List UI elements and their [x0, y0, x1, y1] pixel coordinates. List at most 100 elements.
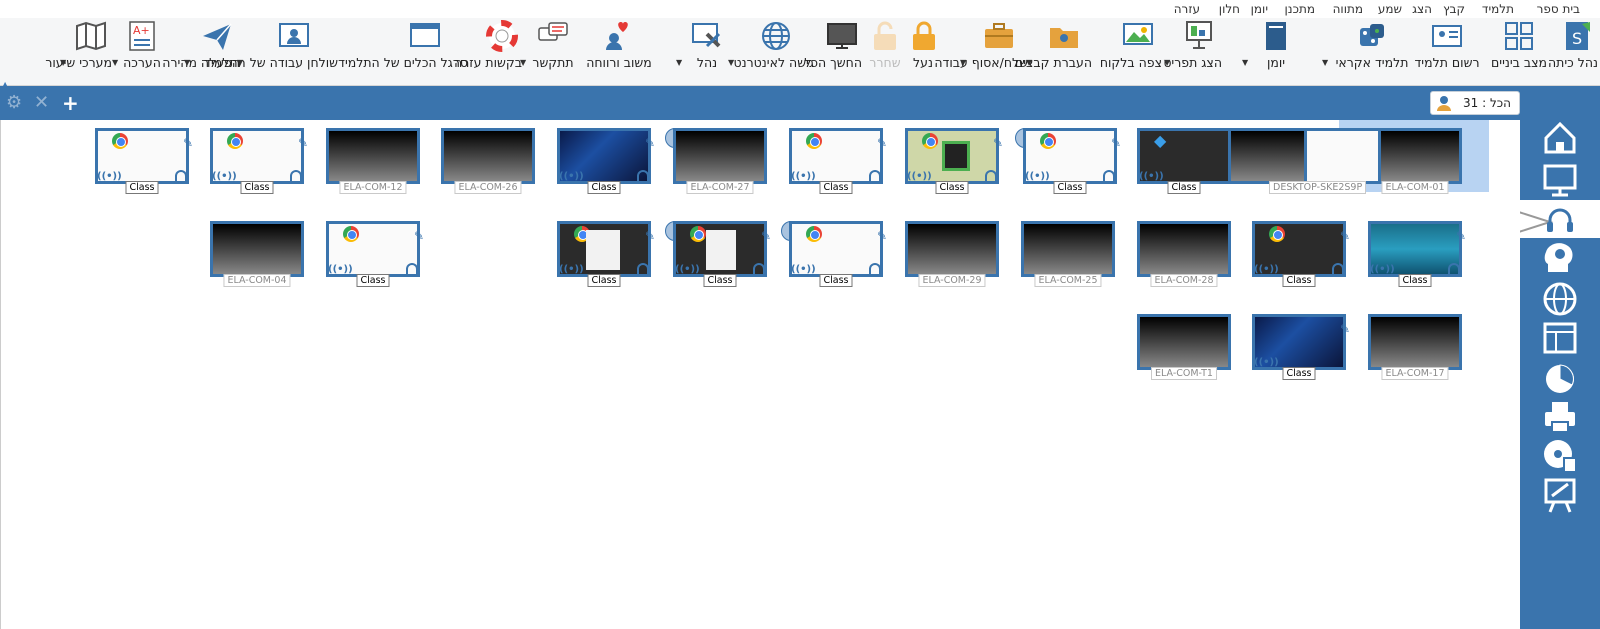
show-menu-caret[interactable]: ▼ [1164, 58, 1170, 67]
client-thumbnail[interactable]: ELA-COM-27 [665, 124, 767, 194]
client-thumbnail[interactable]: ELA-COM-28 [1137, 217, 1231, 287]
client-thumbnail[interactable]: ◆ ((•)) Class [1137, 124, 1231, 194]
head-gear-icon[interactable] [1540, 238, 1580, 276]
client-name-label: ELA-COM-01 [1381, 181, 1449, 194]
chat-button[interactable]: תתקשר [530, 20, 576, 70]
headset-icon [869, 170, 881, 182]
assessment-icon: A+ [129, 21, 155, 51]
send-collect-caret[interactable]: ▼ [960, 58, 966, 67]
help-requests-button[interactable]: בקשות עזרה [454, 20, 522, 70]
client-thumbnail[interactable]: ✎ ((•)) Class [665, 217, 771, 287]
mic-icon: ✎ [1456, 229, 1467, 243]
speaker-icon: ((•)) [791, 171, 816, 182]
client-thumbnail[interactable]: ✎ ((•)) Class [557, 217, 655, 287]
manage-button[interactable]: נהל [690, 20, 724, 70]
internet-access-button[interactable]: גישה לאינטרנט [734, 20, 814, 70]
show-menu-button[interactable]: הצג תפריט [1163, 20, 1222, 70]
grid-view-button[interactable]: מצב ביניים [1488, 20, 1550, 70]
client-thumbnail[interactable]: DESKTOP-SKE2S9P [1213, 124, 1381, 194]
client-thumbnail[interactable]: ✎ ((•)) Class [95, 124, 193, 194]
assessment-button[interactable]: A+ הערכה [122, 20, 162, 70]
client-thumbnail[interactable]: ✎ ((•)) Class [1252, 217, 1350, 287]
audio-tab-active[interactable] [1499, 200, 1600, 239]
quick-launch-button[interactable]: הפעלה מהירה [162, 20, 240, 70]
layout-icon[interactable] [1540, 320, 1580, 358]
client-thumbnail[interactable]: ELA-COM-T1 [1137, 310, 1231, 380]
chrome-icon [1269, 226, 1285, 242]
menu-view[interactable]: הצג [1412, 2, 1432, 16]
window-preview [942, 141, 970, 171]
menu-journal[interactable]: יומן [1251, 2, 1268, 16]
headset-icon [637, 170, 649, 182]
lesson-plans-caret[interactable]: ▼ [60, 58, 66, 67]
client-thumbnail[interactable]: ✎ ((•)) Class [326, 217, 424, 287]
help-requests-caret[interactable]: ▼ [520, 58, 526, 67]
random-student-caret[interactable]: ▼ [1322, 58, 1328, 67]
printer-icon[interactable] [1540, 398, 1580, 436]
client-thumbnail[interactable]: ELA-COM-17 [1368, 310, 1462, 380]
mic-icon: ✎ [298, 136, 309, 150]
devices-icon[interactable] [1540, 436, 1580, 474]
student-desktop-button[interactable]: שולחן עבודה של התלמיד [204, 20, 338, 70]
send-collect-button[interactable]: שלח/אסוף עבודה [934, 20, 1028, 70]
feedback-button[interactable]: משוב ורווחה [584, 20, 654, 70]
assessment-caret[interactable]: ▼ [112, 58, 118, 67]
client-thumbnail[interactable]: ELA-COM-29 [905, 217, 999, 287]
client-thumbnail[interactable]: ELA-COM-04 [210, 217, 304, 287]
close-icon[interactable]: ✕ [34, 93, 49, 113]
client-name-label: ELA-COM-27 [686, 181, 754, 194]
home-icon[interactable] [1540, 118, 1580, 156]
menu-window[interactable]: חלון [1219, 2, 1240, 16]
menu-school[interactable]: בית ספר [1537, 2, 1580, 16]
menu-group[interactable]: קבץ [1443, 2, 1465, 16]
quick-launch-caret[interactable]: ▼ [184, 58, 190, 67]
pie-chart-icon[interactable] [1540, 360, 1580, 398]
client-thumbnail[interactable]: ✎ ((•)) Class [210, 124, 308, 194]
group-count-box[interactable]: הכל : 31 [1430, 91, 1520, 115]
register-student-button[interactable]: רשום תלמיד [1412, 20, 1482, 70]
client-thumbnail[interactable]: ✎ ((•)) Class [1368, 217, 1466, 287]
monitor-icon[interactable] [1540, 162, 1580, 200]
journal-caret[interactable]: ▼ [1242, 58, 1248, 67]
client-thumbnail[interactable]: ELA-COM-01 [1368, 124, 1462, 194]
client-thumbnail[interactable]: ✎ ((•)) Class [905, 124, 1003, 194]
client-thumbnail[interactable]: ✎ ((•)) Class [781, 217, 887, 287]
journal-icon [1266, 22, 1286, 50]
menu-help[interactable]: עזרה [1174, 2, 1200, 16]
client-thumbnail[interactable]: ELA-COM-26 [441, 124, 535, 194]
random-student-button[interactable]: תלמיד אקראי [1334, 20, 1410, 70]
journal-button[interactable]: יומן [1256, 20, 1296, 70]
manage-caret[interactable]: ▼ [676, 58, 682, 67]
client-thumbnail[interactable]: ✎ ((•)) Class [1252, 310, 1350, 380]
quick-launch-caret-2[interactable]: ▼ [237, 58, 243, 67]
client-thumbnail[interactable]: ✎ ((•)) Class [1015, 124, 1121, 194]
blank-all-button[interactable]: החשך הכל [804, 20, 862, 70]
client-thumbnail[interactable]: ✎ ((•)) Class [557, 124, 655, 194]
client-thumbnail[interactable]: ELA-COM-25 [1021, 217, 1115, 287]
web-globe-icon[interactable] [1540, 280, 1580, 318]
lesson-plans-button[interactable]: מערכי שיעור [45, 20, 112, 70]
unlock-button[interactable]: שחרר [868, 20, 902, 70]
manage-class-button[interactable]: S נהל כיתה [1548, 20, 1598, 70]
client-thumbnail[interactable]: ELA-COM-12 [326, 124, 420, 194]
menu-planner[interactable]: מתכנן [1285, 2, 1315, 16]
speaker-icon: ((•)) [1139, 171, 1164, 182]
dice-icon [1360, 24, 1384, 46]
chrome-icon [690, 226, 706, 242]
student-toolbar-button[interactable]: סרגל הכלים של התלמיד [338, 20, 468, 70]
mic-icon: ✎ [645, 229, 656, 243]
file-transfer-button[interactable]: העברת קבצים [1015, 20, 1092, 70]
view-client-button[interactable]: צפה בלקוח [1100, 20, 1162, 70]
whiteboard-icon[interactable] [1540, 476, 1580, 514]
class-tag: Class [1398, 274, 1432, 287]
menu-student[interactable]: תלמיד [1482, 2, 1514, 16]
settings-gear-icon[interactable]: ⚙ [6, 93, 22, 113]
mic-icon: ✎ [1340, 229, 1351, 243]
menu-audio[interactable]: שמע [1378, 2, 1402, 16]
client-thumbnail[interactable]: ✎ ((•)) Class [789, 124, 887, 194]
add-icon[interactable]: + [62, 93, 79, 113]
client-name-label: ELA-COM-26 [454, 181, 522, 194]
lock-button[interactable]: נעל [908, 20, 938, 70]
internet-caret[interactable]: ▼ [728, 58, 734, 67]
menu-outline[interactable]: מתווה [1333, 2, 1363, 16]
